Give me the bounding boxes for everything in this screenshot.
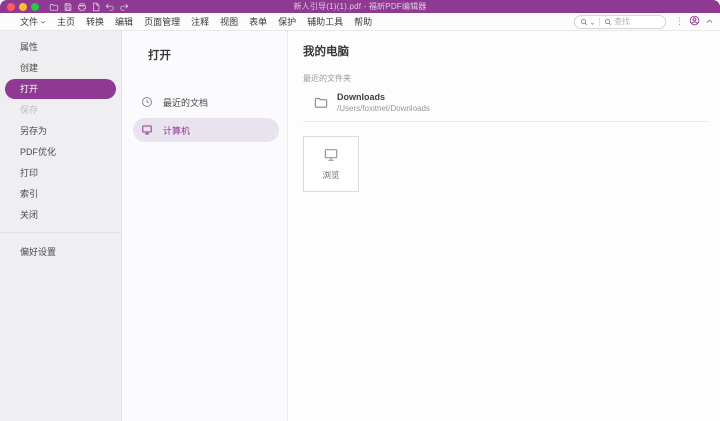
menu-convert[interactable]: 转换 [86, 15, 104, 28]
browse-label: 浏览 [322, 169, 339, 181]
folder-info: Downloads /Users/foxitnet/Downloads [337, 92, 430, 113]
menubar-right: 查找 ⋮ [574, 13, 720, 31]
menu-protect[interactable]: 保护 [278, 15, 296, 28]
traffic-lights [0, 3, 39, 11]
menu-page-management[interactable]: 页面管理 [144, 15, 180, 28]
sidebar-item-index[interactable]: 索引 [0, 184, 121, 204]
menu-file[interactable]: 文件 [20, 15, 46, 28]
sidebar-item-properties[interactable]: 属性 [0, 37, 121, 57]
search-options-caret-icon[interactable] [590, 13, 595, 31]
search-icon [604, 13, 612, 31]
my-computer-title: 我的电脑 [303, 43, 707, 59]
sidebar-item-save-as[interactable]: 另存为 [0, 121, 121, 141]
redo-icon[interactable] [119, 2, 129, 12]
menu-comment[interactable]: 注释 [191, 15, 209, 28]
list-item-computer[interactable]: 计算机 [133, 118, 279, 142]
zoom-window-button[interactable] [31, 3, 39, 11]
list-item-recent-documents[interactable]: 最近的文档 [133, 90, 279, 114]
menu-file-label: 文件 [20, 15, 38, 28]
open-panel: 打开 最近的文档 计算机 [122, 31, 288, 421]
my-computer-panel: 我的电脑 最近的文件夹 Downloads /Users/foxitnet/Do… [288, 31, 720, 421]
backstage-view: 属性 创建 打开 保存 另存为 PDF优化 打印 索引 关闭 偏好设置 打开 最… [0, 31, 720, 421]
sidebar-item-close[interactable]: 关闭 [0, 205, 121, 225]
chevron-down-icon [40, 17, 46, 27]
recent-folder-downloads[interactable]: Downloads /Users/foxitnet/Downloads [303, 92, 707, 113]
titlebar: 新人引导(1)(1).pdf - 福昕PDF编辑器 [0, 0, 720, 13]
search-divider [599, 18, 600, 26]
menu-form[interactable]: 表单 [249, 15, 267, 28]
undo-icon[interactable] [105, 2, 115, 12]
account-icon[interactable] [689, 13, 700, 31]
recent-folders-label: 最近的文件夹 [303, 73, 707, 84]
more-options-icon[interactable]: ⋮ [675, 17, 684, 26]
sidebar-item-print[interactable]: 打印 [0, 163, 121, 183]
list-item-label: 最近的文档 [163, 96, 208, 109]
sidebar-item-save: 保存 [0, 100, 121, 120]
menu-edit[interactable]: 编辑 [115, 15, 133, 28]
separator-line [303, 121, 707, 122]
open-folder-icon[interactable] [49, 2, 59, 12]
sidebar-divider [0, 232, 121, 233]
folder-path: /Users/foxitnet/Downloads [337, 104, 430, 113]
backstage-sidebar: 属性 创建 打开 保存 另存为 PDF优化 打印 索引 关闭 偏好设置 [0, 31, 122, 421]
sidebar-item-pdf-optimize[interactable]: PDF优化 [0, 142, 121, 162]
menu-home[interactable]: 主页 [57, 15, 75, 28]
search-box[interactable]: 查找 [574, 15, 666, 29]
close-window-button[interactable] [7, 3, 15, 11]
menu-view[interactable]: 视图 [220, 15, 238, 28]
sidebar-item-open[interactable]: 打开 [5, 79, 116, 99]
folder-icon [313, 95, 329, 110]
open-location-list: 最近的文档 计算机 [122, 90, 287, 142]
menu-accessibility-tools[interactable]: 辅助工具 [307, 15, 343, 28]
new-document-icon[interactable] [91, 2, 101, 12]
open-panel-title: 打开 [122, 31, 287, 63]
search-options-icon[interactable] [580, 13, 588, 31]
browse-button[interactable]: 浏览 [303, 136, 359, 192]
sidebar-item-preferences[interactable]: 偏好设置 [0, 242, 121, 262]
minimize-window-button[interactable] [19, 3, 27, 11]
folder-name: Downloads [337, 92, 430, 102]
computer-icon [141, 124, 153, 136]
save-icon[interactable] [63, 2, 73, 12]
sidebar-item-create[interactable]: 创建 [0, 58, 121, 78]
menubar: 文件 主页 转换 编辑 页面管理 注释 视图 表单 保护 辅助工具 帮助 查找 … [0, 13, 720, 31]
print-icon[interactable] [77, 2, 87, 12]
menu-help[interactable]: 帮助 [354, 15, 372, 28]
menu-items: 文件 主页 转换 编辑 页面管理 注释 视图 表单 保护 辅助工具 帮助 [0, 15, 372, 28]
clock-icon [141, 96, 153, 108]
monitor-icon [322, 147, 340, 163]
list-item-label: 计算机 [163, 124, 190, 137]
search-input[interactable]: 查找 [614, 16, 630, 27]
quick-access-toolbar [49, 2, 129, 12]
app-window: 新人引导(1)(1).pdf - 福昕PDF编辑器 文件 主页 转换 编辑 页面… [0, 0, 720, 421]
collapse-toolbar-icon[interactable] [705, 13, 714, 31]
